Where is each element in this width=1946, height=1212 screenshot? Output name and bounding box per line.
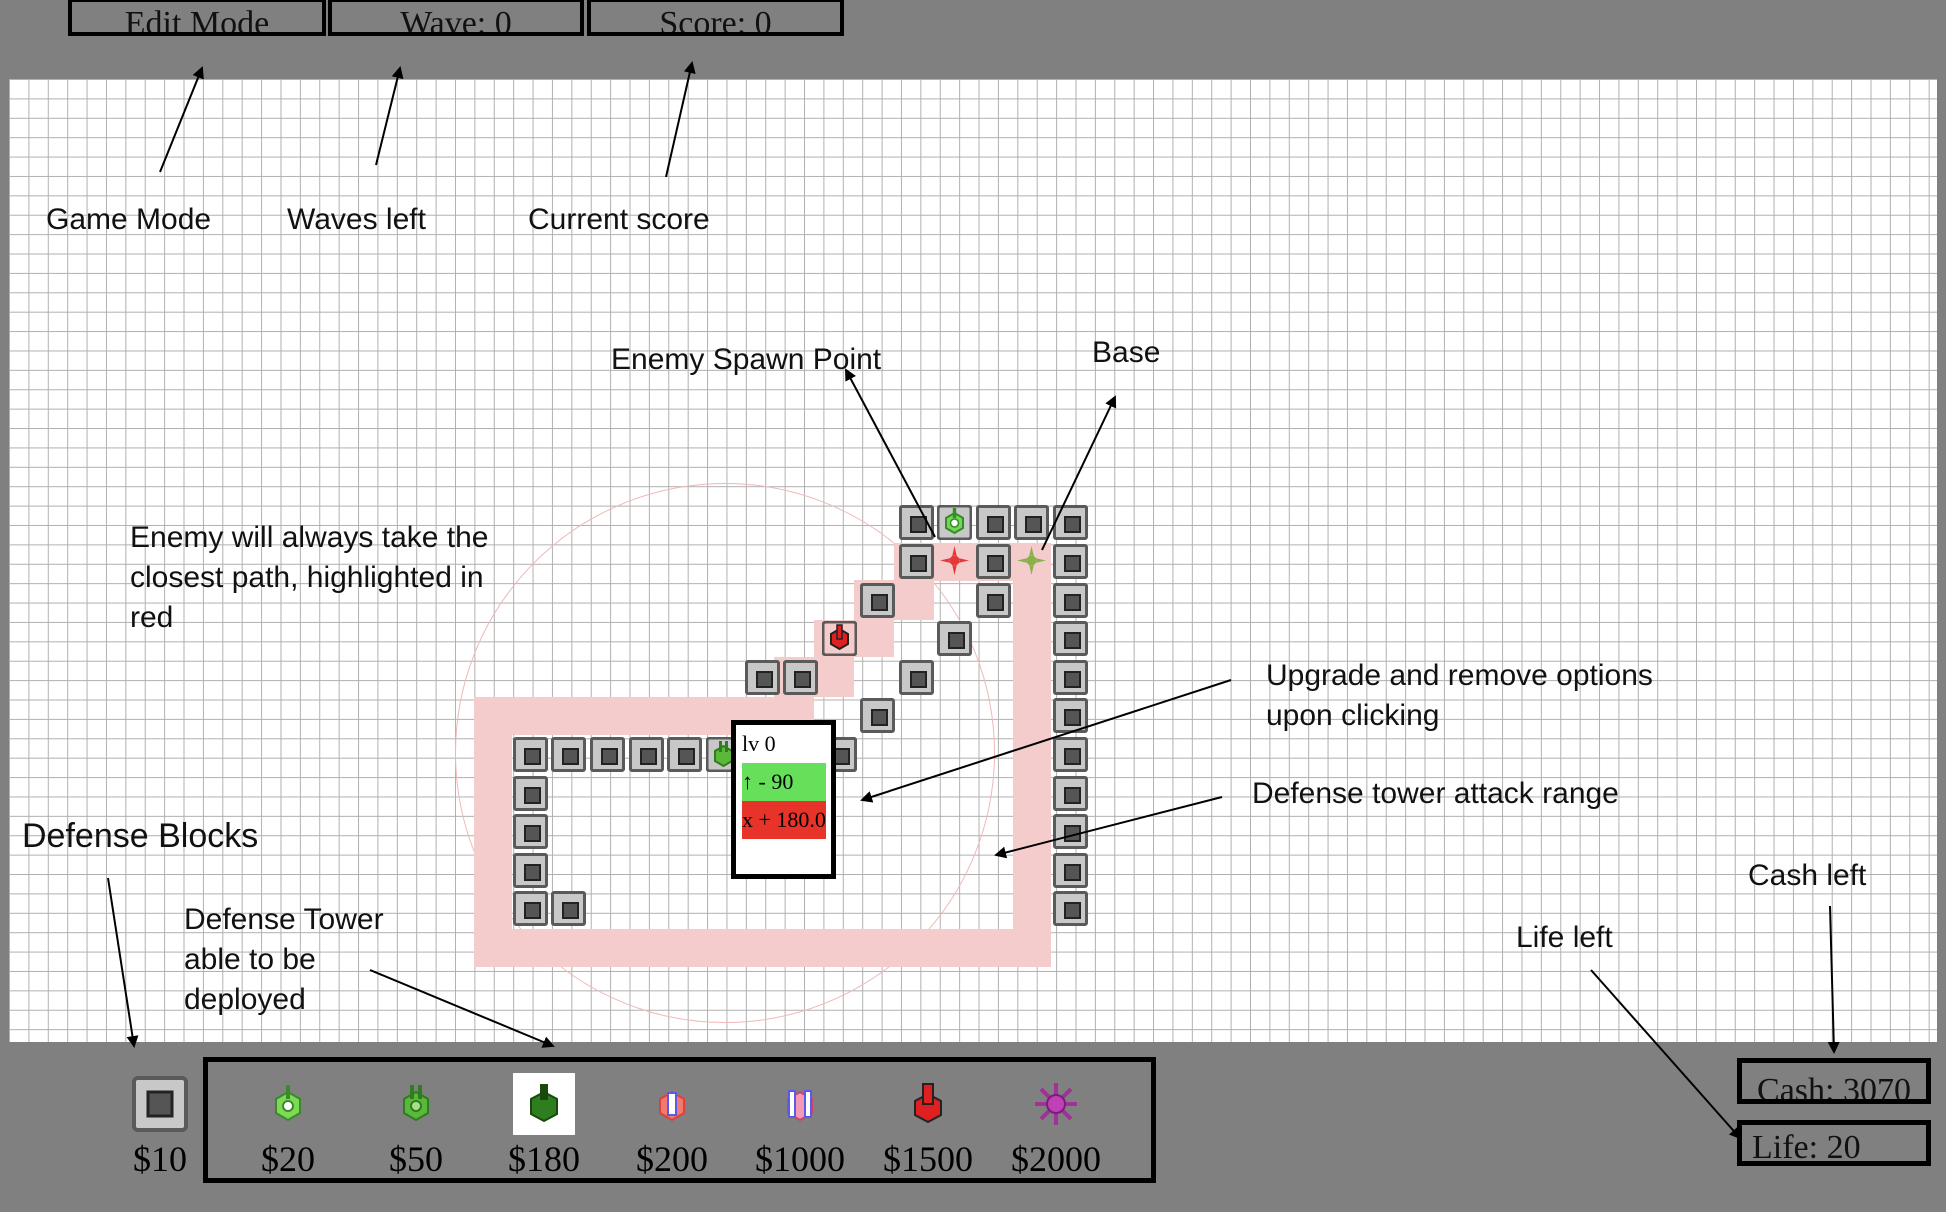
game-mode-display[interactable]: Edit Mode [68, 0, 326, 36]
shop-item-price: $1500 [883, 1139, 973, 1179]
laser-tower-icon [787, 1090, 813, 1122]
defense-block[interactable] [1053, 814, 1088, 849]
tower-options-popup: lv 0 ↑ - 90 x + 180.0 [731, 720, 836, 879]
defense-block[interactable] [783, 660, 818, 695]
defense-block[interactable] [1053, 891, 1088, 926]
remove-button[interactable]: x + 180.0 [742, 801, 826, 839]
tower-level-label: lv 0 [742, 731, 776, 756]
defense-block[interactable] [1014, 505, 1049, 540]
shop-item-laser-tower[interactable]: $1000 [750, 1073, 850, 1179]
enemy-path-segment [474, 697, 512, 967]
annotation-enemy-path: Enemy will always take the closest path,… [130, 521, 489, 634]
defense-block[interactable] [899, 544, 934, 579]
annotation-base: Base [1092, 336, 1161, 369]
defense-block[interactable] [667, 737, 702, 772]
shop-item-star-tower[interactable]: $2000 [1006, 1073, 1106, 1179]
basic-tower-icon [275, 1085, 301, 1122]
double-tower-icon [403, 1085, 429, 1122]
shop-item-defense-block[interactable]: $10 [110, 1073, 210, 1179]
defense-block[interactable] [1053, 621, 1088, 656]
defense-block[interactable] [899, 660, 934, 695]
defense-block[interactable] [1053, 505, 1088, 540]
annotation-current-score: Current score [528, 203, 710, 236]
shop-item-price: $200 [636, 1139, 708, 1179]
annotation-waves-left: Waves left [287, 203, 426, 236]
annotation-life-left: Life left [1516, 921, 1613, 954]
cannon-tower-deployed-icon[interactable] [822, 621, 857, 656]
defense-block[interactable] [1053, 544, 1088, 579]
score-display: Score: 0 [587, 0, 844, 36]
annotation-upgrade-remove: Upgrade and remove options upon clicking [1266, 659, 1653, 732]
defense-block[interactable] [976, 505, 1011, 540]
heavy-tower-icon [530, 1084, 558, 1123]
defense-block[interactable] [976, 544, 1011, 579]
life-display: Life: 20 [1737, 1120, 1931, 1166]
defense-block[interactable] [513, 853, 548, 888]
cash-display: Cash: 3070 [1737, 1058, 1931, 1104]
selected-highlight [513, 1073, 575, 1135]
ice-tower-icon [659, 1090, 685, 1122]
annotation-cash-left: Cash left [1748, 859, 1867, 892]
shop-item-price: $1000 [755, 1139, 845, 1179]
defense-block[interactable] [551, 737, 586, 772]
upgrade-button[interactable]: ↑ - 90 [742, 763, 826, 801]
defense-block[interactable] [976, 583, 1011, 618]
cannon-tower-icon [914, 1083, 942, 1124]
shop-item-double-tower[interactable]: $50 [366, 1073, 466, 1179]
defense-block[interactable] [899, 505, 934, 540]
shop-item-cannon-tower[interactable]: $1500 [878, 1073, 978, 1179]
defense-block[interactable] [513, 776, 548, 811]
shop-item-price: $2000 [1011, 1139, 1101, 1179]
annotation-game-mode: Game Mode [46, 203, 212, 236]
defense-block[interactable] [745, 660, 780, 695]
enemy-path-segment [1013, 543, 1051, 967]
defense-block[interactable] [1053, 737, 1088, 772]
enemy-spawn-point-icon [937, 543, 972, 578]
defense-block[interactable] [1053, 660, 1088, 695]
enemy-path-segment [474, 697, 774, 735]
deployed-tower-icon[interactable] [937, 505, 972, 540]
defense-block[interactable] [860, 698, 895, 733]
annotation-defense-blocks: Defense Blocks [22, 817, 259, 855]
base-icon [1014, 543, 1049, 578]
defense-block[interactable] [1053, 583, 1088, 618]
shop-item-price: $20 [261, 1139, 315, 1179]
shop-item-ice-tower[interactable]: $200 [622, 1073, 722, 1179]
defense-block[interactable] [513, 737, 548, 772]
defense-block[interactable] [590, 737, 625, 772]
shop-item-price: $10 [133, 1139, 187, 1179]
shop-item-basic-tower[interactable]: $20 [238, 1073, 338, 1179]
annotation-spawn-point: Enemy Spawn Point [611, 343, 882, 376]
shop-item-heavy-tower[interactable]: $180 [494, 1073, 594, 1179]
defense-block[interactable] [1053, 853, 1088, 888]
defense-block[interactable] [513, 814, 548, 849]
shop-item-price: $50 [389, 1139, 443, 1179]
defense-block[interactable] [937, 621, 972, 656]
defense-block[interactable] [860, 583, 895, 618]
defense-block[interactable] [513, 891, 548, 926]
enemy-path-segment [474, 929, 1051, 967]
shop-item-price: $180 [508, 1139, 580, 1179]
annotation-defense-tower: Defense Tower able to be deployed [184, 903, 384, 1016]
wave-display: Wave: 0 [328, 0, 584, 36]
defense-block[interactable] [1053, 698, 1088, 733]
annotation-attack-range: Defense tower attack range [1252, 777, 1619, 810]
defense-block[interactable] [1053, 776, 1088, 811]
defense-block[interactable] [551, 891, 586, 926]
defense-block-icon [132, 1076, 188, 1132]
defense-block[interactable] [629, 737, 664, 772]
star-tower-icon [1035, 1083, 1077, 1125]
